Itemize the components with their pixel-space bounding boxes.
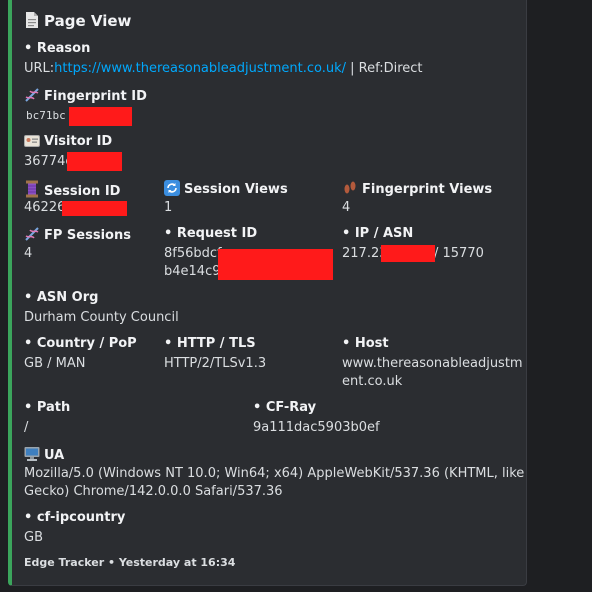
footer-source: Edge Tracker [24, 556, 105, 569]
reason-label: • Reason [24, 41, 91, 56]
visitor-id-label: Visitor ID [24, 134, 112, 150]
thread-spool-icon [24, 180, 40, 198]
reason-url-link[interactable]: https://www.thereasonableadjustment.co.u… [54, 61, 346, 76]
http-tls-label: • HTTP / TLS [164, 336, 256, 351]
session-views-label: Session Views [164, 180, 288, 197]
embed-title: Page View [24, 11, 131, 30]
session-id-label: Session ID [24, 180, 120, 199]
ua-label: UA [24, 446, 64, 463]
visitor-id-value: 36774c [24, 154, 73, 169]
asn-org-label: • ASN Org [24, 290, 99, 305]
host-label: • Host [342, 336, 389, 351]
host-value-line2: ent.co.uk [342, 374, 403, 389]
embed-footer: Edge Tracker • Yesterday at 16:34 [24, 556, 236, 569]
fingerprint-views-value: 4 [342, 200, 351, 215]
path-value: / [24, 420, 29, 435]
fp-sessions-label: FP Sessions [24, 226, 131, 243]
request-id-value-line1: 8f56bdcf [164, 246, 222, 261]
footprints-icon [342, 180, 358, 196]
footer-timestamp: Yesterday at 16:34 [118, 556, 236, 569]
dna-icon [24, 226, 40, 242]
reason-value: URL:https://www.thereasonableadjustment.… [24, 61, 423, 76]
path-label: • Path [24, 400, 71, 415]
redaction-box [67, 152, 122, 171]
http-tls-value: HTTP/2/TLSv1.3 [164, 356, 267, 371]
dna-icon [24, 87, 40, 103]
ua-value-line1: Mozilla/5.0 (Windows NT 10.0; Win64; x64… [24, 466, 525, 481]
cf-ray-value: 9a111dac5903b0ef [253, 420, 380, 435]
ip-asn-value-right: / 15770 [434, 246, 484, 261]
fp-sessions-value: 4 [24, 246, 33, 261]
cf-ipcountry-value: GB [24, 530, 43, 545]
computer-icon [24, 446, 40, 462]
redaction-box [381, 245, 435, 262]
fingerprint-id-value: bc71bc [26, 109, 66, 122]
fingerprint-views-label: Fingerprint Views [342, 180, 492, 197]
id-card-icon [24, 134, 40, 150]
page-icon [24, 11, 40, 28]
asn-org-value: Durham County Council [24, 310, 179, 325]
fingerprint-id-label: Fingerprint ID [24, 87, 147, 104]
embed-card: Page View • Reason URL:https://www.there… [8, 0, 527, 586]
ua-value-line2: Gecko) Chrome/142.0.0.0 Safari/537.36 [24, 484, 283, 499]
redaction-box [62, 201, 127, 216]
request-id-label: • Request ID [164, 226, 258, 241]
session-id-value: 46226 [24, 200, 66, 215]
refresh-icon [164, 180, 180, 196]
session-views-value: 1 [164, 200, 173, 215]
cf-ipcountry-label: • cf-ipcountry [24, 510, 126, 525]
host-value-line1: www.thereasonableadjustm [342, 356, 523, 371]
ip-asn-label: • IP / ASN [342, 226, 414, 241]
redaction-box [69, 107, 132, 126]
country-pop-value: GB / MAN [24, 356, 86, 371]
country-pop-label: • Country / PoP [24, 336, 137, 351]
cf-ray-label: • CF-Ray [253, 400, 317, 415]
redaction-box [218, 249, 333, 280]
